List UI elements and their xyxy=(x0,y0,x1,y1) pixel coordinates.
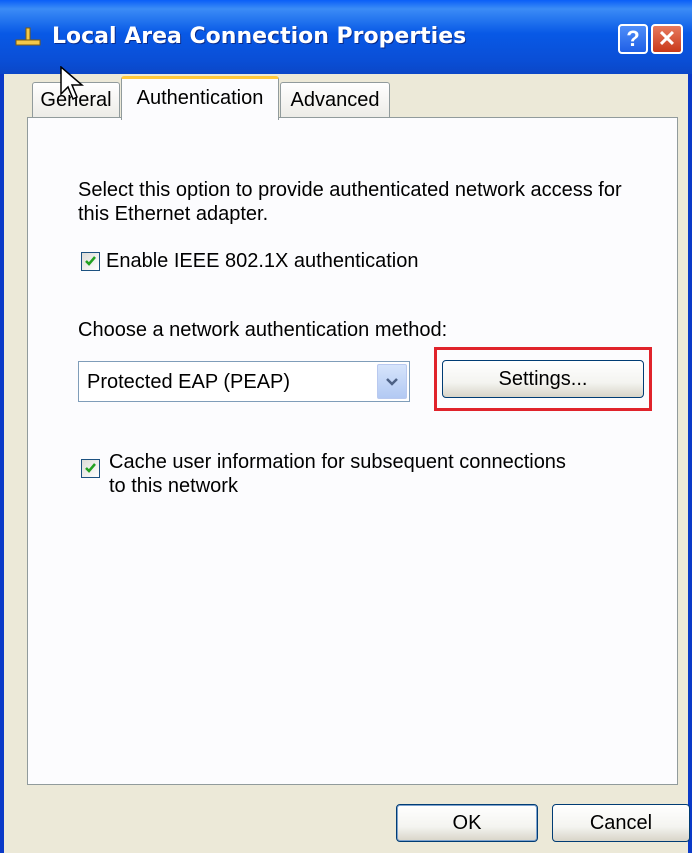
window-title: Local Area Connection Properties xyxy=(52,24,467,49)
close-button[interactable]: ✕ xyxy=(651,24,683,54)
enable-8021x-checkbox[interactable] xyxy=(81,252,100,271)
checkmark-icon xyxy=(85,463,96,473)
settings-button[interactable]: Settings... xyxy=(442,360,644,398)
tab-authentication[interactable]: Authentication xyxy=(121,76,279,120)
network-connection-icon xyxy=(14,26,42,48)
dropdown-arrow-button[interactable] xyxy=(377,364,407,399)
cache-user-info-label-line2[interactable]: to this network xyxy=(109,474,238,498)
authentication-description: Select this option to provide authentica… xyxy=(78,179,622,225)
title-bar[interactable]: Local Area Connection Properties ? ✕ xyxy=(0,0,692,74)
checkmark-icon xyxy=(85,256,96,266)
cache-user-info-checkbox[interactable] xyxy=(81,459,100,478)
selected-method: Protected EAP (PEAP) xyxy=(87,371,291,393)
mouse-pointer-icon xyxy=(60,65,85,107)
chevron-down-icon xyxy=(386,378,398,386)
authentication-page: Select this option to provide authentica… xyxy=(27,117,678,785)
enable-8021x-label[interactable]: Enable IEEE 802.1X authentication xyxy=(106,249,418,273)
cache-user-info-label[interactable]: Cache user information for subsequent co… xyxy=(109,450,566,474)
help-button[interactable]: ? xyxy=(618,24,648,54)
cancel-button[interactable]: Cancel xyxy=(552,804,690,842)
method-prompt: Choose a network authentication method: xyxy=(78,319,448,341)
authentication-method-select[interactable]: Protected EAP (PEAP) xyxy=(78,361,410,402)
properties-dialog: Local Area Connection Properties ? ✕ Gen… xyxy=(0,0,692,853)
tab-advanced[interactable]: Advanced xyxy=(280,82,390,118)
ok-button[interactable]: OK xyxy=(396,804,538,842)
